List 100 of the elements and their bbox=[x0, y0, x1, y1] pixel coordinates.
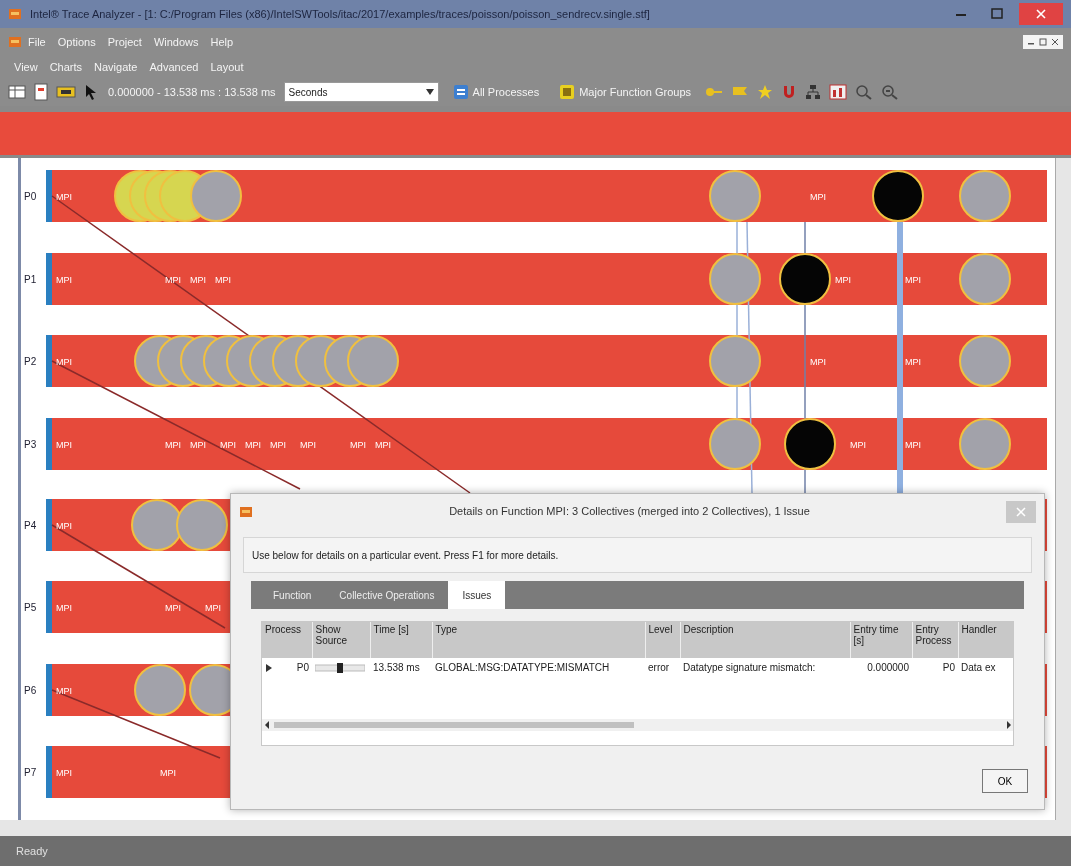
function-label: MPI bbox=[350, 440, 366, 450]
vertical-scrollbar[interactable] bbox=[1055, 158, 1071, 820]
film-icon[interactable] bbox=[56, 84, 76, 100]
menu-item[interactable]: Options bbox=[51, 33, 102, 51]
menu-item[interactable]: Help bbox=[204, 33, 240, 51]
function-label: MPI bbox=[215, 275, 231, 285]
menu-item[interactable]: Charts bbox=[43, 58, 89, 76]
all-processes-button[interactable]: All Processes bbox=[446, 83, 546, 101]
function-label: MPI bbox=[56, 603, 72, 613]
zoom-fit-icon[interactable] bbox=[881, 84, 900, 100]
status-text: Ready bbox=[16, 843, 48, 859]
function-label: MPI bbox=[205, 603, 221, 613]
window-controls-icon[interactable] bbox=[1023, 35, 1063, 49]
table-cell: Datatype signature mismatch: bbox=[683, 662, 816, 673]
process-label: P1 bbox=[24, 274, 37, 285]
collective-marker[interactable] bbox=[709, 418, 761, 470]
menu-item[interactable]: File bbox=[22, 33, 52, 51]
function-groups-button[interactable]: Major Function Groups bbox=[553, 83, 698, 101]
function-label: MPI bbox=[905, 357, 921, 367]
function-label: MPI bbox=[165, 603, 181, 613]
column-header[interactable]: Entry time [s] bbox=[850, 622, 912, 658]
function-label: MPI bbox=[810, 192, 826, 202]
function-label: MPI bbox=[56, 686, 72, 696]
collective-marker[interactable] bbox=[190, 170, 242, 222]
groups-icon bbox=[559, 84, 576, 100]
menu-item[interactable]: Advanced bbox=[143, 58, 205, 76]
table-cell: GLOBAL:MSG:DATATYPE:MISMATCH bbox=[435, 662, 610, 673]
app-icon bbox=[239, 504, 253, 519]
column-header[interactable]: Show Source bbox=[312, 622, 370, 658]
tab[interactable]: Function bbox=[259, 581, 326, 609]
menu-item[interactable]: Layout bbox=[204, 58, 250, 76]
column-header[interactable]: Process bbox=[262, 622, 312, 658]
document-icon[interactable] bbox=[34, 83, 48, 101]
table-cell: P0 bbox=[942, 662, 955, 673]
function-label: MPI bbox=[905, 275, 921, 285]
table-cell-text: P0 bbox=[296, 661, 309, 675]
star-icon[interactable] bbox=[757, 84, 774, 100]
collective-marker[interactable] bbox=[959, 253, 1011, 305]
column-header[interactable]: Handler bbox=[958, 622, 1013, 658]
app-icon bbox=[8, 7, 22, 21]
collective-marker[interactable] bbox=[347, 335, 399, 387]
close-button[interactable] bbox=[1006, 500, 1036, 523]
tab[interactable]: Collective Operations bbox=[325, 581, 449, 609]
zoom-out-icon[interactable] bbox=[855, 84, 874, 100]
collective-marker[interactable] bbox=[709, 170, 761, 222]
tab[interactable]: Issues bbox=[448, 581, 506, 609]
function-label: MPI bbox=[190, 275, 206, 285]
process-label: P7 bbox=[24, 767, 37, 778]
function-label: MPI bbox=[245, 440, 261, 450]
collective-marker[interactable] bbox=[176, 499, 228, 551]
function-label: MPI bbox=[835, 275, 851, 285]
function-label: MPI bbox=[160, 768, 176, 778]
column-header[interactable]: Type bbox=[432, 622, 645, 658]
horizontal-scrollbar[interactable] bbox=[0, 820, 1071, 836]
function-label: MPI bbox=[56, 521, 72, 531]
function-label: MPI bbox=[270, 440, 286, 450]
collective-marker[interactable] bbox=[872, 170, 924, 222]
dialog-title: Details on Function MPI: 3 Collectives (merged into 2 Collectives), 1 Issue bbox=[448, 504, 811, 520]
table-cell: 0.000000 bbox=[867, 662, 909, 673]
menu-item[interactable]: Project bbox=[101, 33, 148, 51]
chart-icon[interactable] bbox=[829, 84, 848, 100]
collective-marker[interactable] bbox=[779, 253, 831, 305]
menu-item[interactable]: Navigate bbox=[88, 58, 144, 76]
table-cell: Data ex bbox=[961, 662, 996, 673]
source-toggle-icon[interactable] bbox=[315, 663, 365, 674]
collective-marker[interactable] bbox=[709, 253, 761, 305]
function-label: MPI bbox=[56, 192, 72, 202]
function-label: MPI bbox=[56, 357, 72, 367]
time-unit-dropdown[interactable]: Seconds bbox=[283, 82, 439, 102]
collective-marker[interactable] bbox=[959, 418, 1011, 470]
menu-item[interactable]: Windows bbox=[147, 33, 205, 51]
collective-marker[interactable] bbox=[959, 170, 1011, 222]
collective-marker[interactable] bbox=[784, 418, 836, 470]
expand-caret-icon[interactable] bbox=[265, 663, 273, 672]
collective-marker[interactable] bbox=[709, 335, 761, 387]
column-header[interactable]: Time [s] bbox=[370, 622, 432, 658]
process-label: P4 bbox=[24, 520, 37, 531]
hierarchy-icon[interactable] bbox=[805, 84, 822, 100]
process-label: P2 bbox=[24, 356, 37, 367]
collective-marker[interactable] bbox=[134, 664, 186, 716]
close-icon[interactable] bbox=[1019, 3, 1063, 25]
column-header[interactable]: Level bbox=[645, 622, 680, 658]
function-label: MPI bbox=[300, 440, 316, 450]
process-label: P3 bbox=[24, 439, 37, 450]
caret-icon bbox=[425, 89, 434, 95]
close-icon bbox=[1016, 506, 1026, 517]
table-scrollbar[interactable] bbox=[262, 719, 1013, 731]
process-label: P5 bbox=[24, 602, 37, 613]
menu-item[interactable]: View bbox=[8, 58, 44, 76]
process-label: P6 bbox=[24, 685, 37, 696]
collective-marker[interactable] bbox=[959, 335, 1011, 387]
column-header[interactable]: Entry Process bbox=[912, 622, 958, 658]
window-title: Intel® Trace Analyzer - [1: C:/Program Files (x86)/IntelSWTools/itac/2017/examples/traces/poisson/poisson_sendrecv.single.stf] bbox=[30, 6, 651, 22]
function-label: MPI bbox=[56, 440, 72, 450]
ok-button[interactable]: OK bbox=[982, 769, 1028, 793]
column-header[interactable]: Description bbox=[680, 622, 850, 658]
table-cell: error bbox=[648, 662, 670, 673]
function-label: MPI bbox=[165, 275, 181, 285]
table-icon[interactable] bbox=[8, 84, 26, 100]
hint-text: Use below for details on a particular event. Press F1 for more details. bbox=[252, 548, 559, 563]
